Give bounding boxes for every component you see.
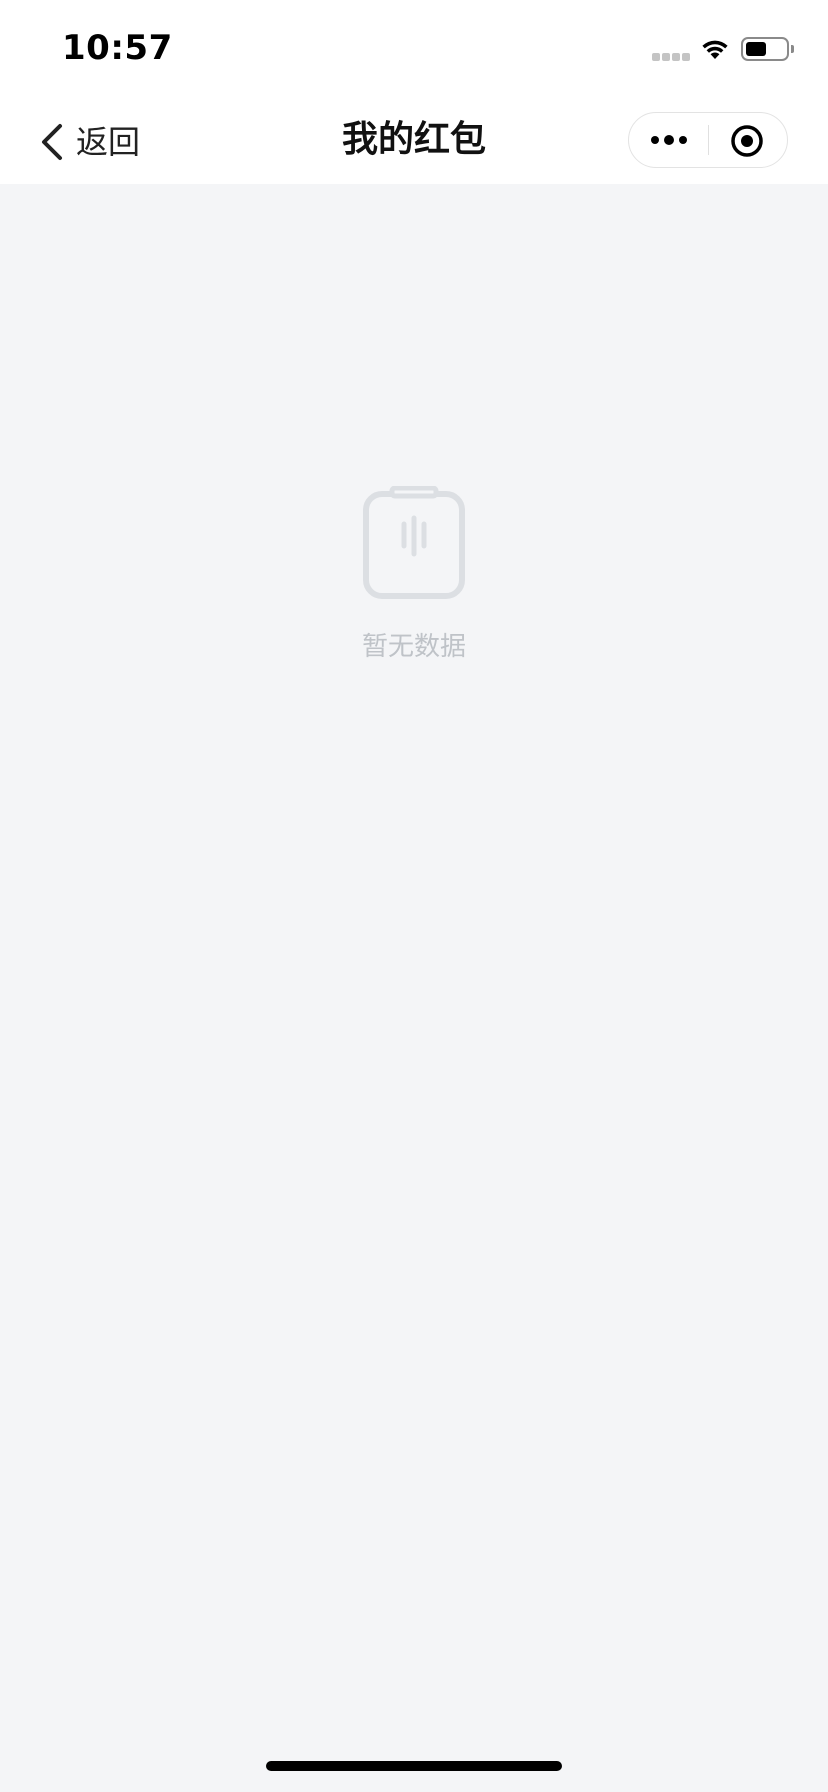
target-circle-icon — [731, 125, 763, 157]
mini-program-capsule — [628, 112, 788, 168]
status-bar: 10:57 — [0, 0, 828, 96]
more-dots-icon — [651, 135, 687, 145]
close-button[interactable] — [709, 113, 788, 167]
cellular-signal-icon — [652, 53, 692, 63]
battery-level-fill — [746, 42, 766, 56]
more-button[interactable] — [629, 113, 708, 167]
home-indicator — [266, 1761, 562, 1771]
battery-icon — [741, 37, 789, 61]
empty-message: 暂无数据 — [361, 632, 466, 662]
navigation-bar: 返回 我的红包 — [0, 96, 828, 184]
battery-cap — [791, 45, 794, 53]
wifi-icon — [702, 40, 728, 59]
empty-clipboard-icon — [363, 486, 465, 599]
status-time: 10:57 — [62, 28, 173, 68]
empty-state: 暂无数据 — [0, 486, 828, 664]
